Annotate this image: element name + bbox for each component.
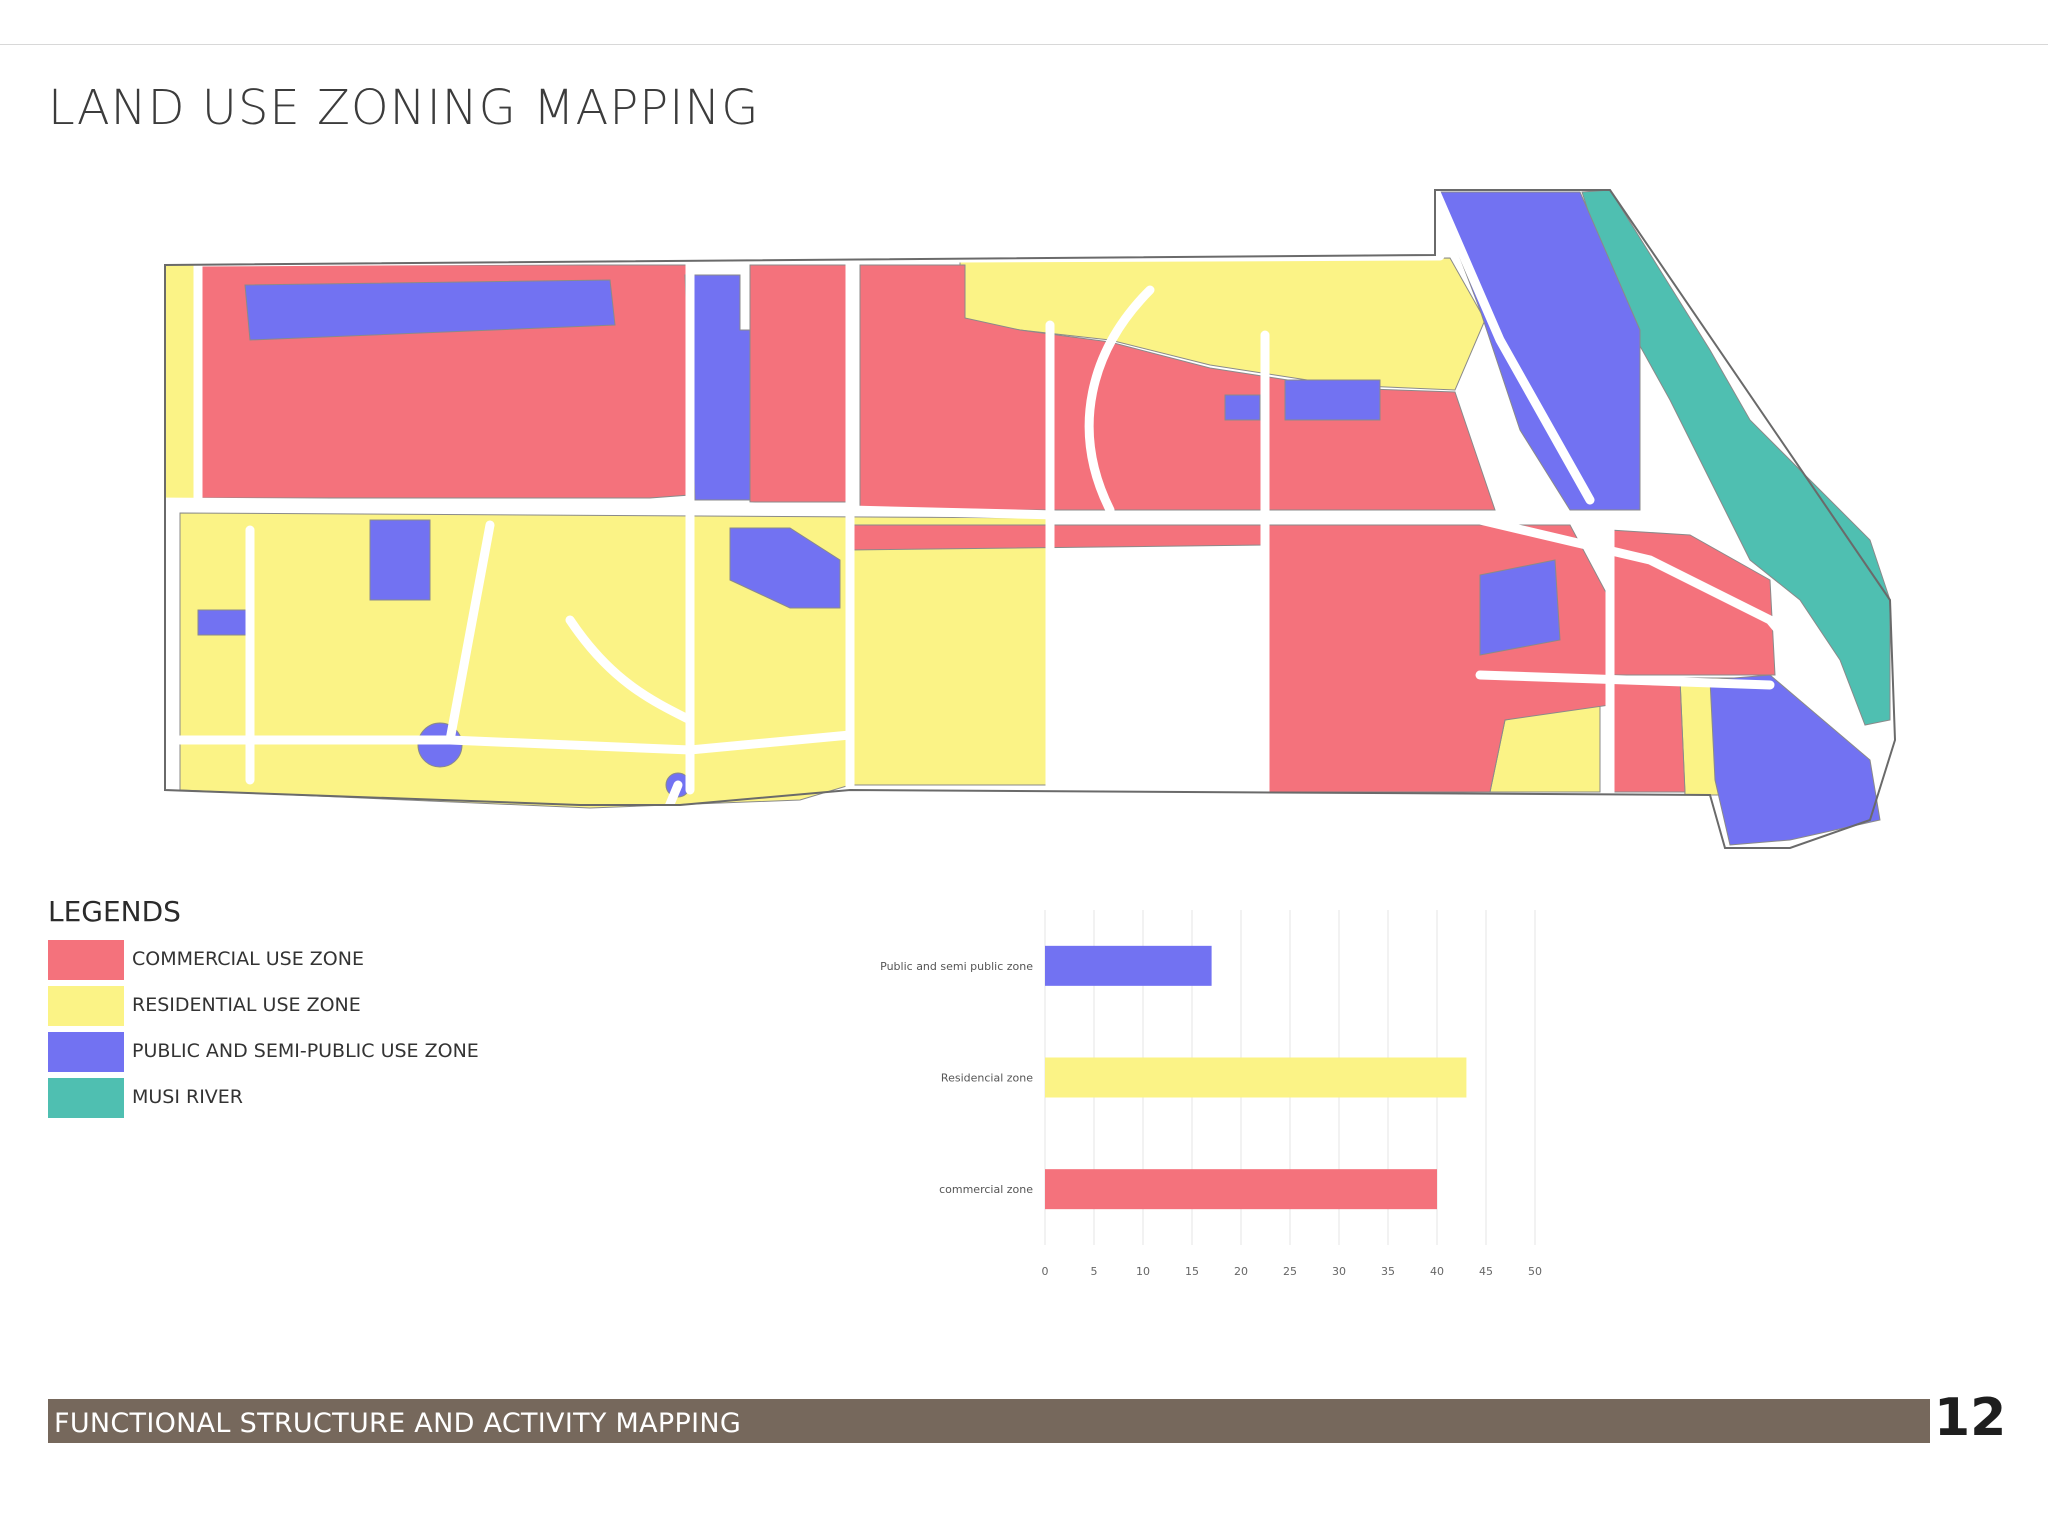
top-divider xyxy=(0,44,2048,45)
legend-swatch-residential xyxy=(48,986,124,1026)
x-tick-label: 5 xyxy=(1091,1265,1098,1278)
footer-band: FUNCTIONAL STRUCTURE AND ACTIVITY MAPPIN… xyxy=(48,1399,1930,1443)
bar xyxy=(1045,1169,1437,1210)
legend-item-commercial: COMMERCIAL USE ZONE xyxy=(48,940,508,980)
x-tick-label: 20 xyxy=(1234,1265,1248,1278)
footer-title: FUNCTIONAL STRUCTURE AND ACTIVITY MAPPIN… xyxy=(54,1408,742,1439)
commercial-zone-east-2 xyxy=(1609,679,1686,793)
legend-label-residential: RESIDENTIAL USE ZONE xyxy=(132,994,361,1016)
legend-item-public: PUBLIC AND SEMI-PUBLIC USE ZONE xyxy=(48,1032,508,1072)
public-zone-7 xyxy=(1479,559,1561,656)
category-label: Residencial zone xyxy=(941,1072,1033,1085)
x-tick-label: 30 xyxy=(1332,1265,1346,1278)
bar xyxy=(1045,1057,1467,1098)
page-number: 12 xyxy=(1934,1388,2007,1448)
x-tick-label: 10 xyxy=(1136,1265,1150,1278)
bar-chart-svg: 0 5 10 15 20 25 30 35 40 45 50 Public and semi publ… xyxy=(880,910,1542,1278)
legend-swatch-public xyxy=(48,1032,124,1072)
legend-item-river: MUSI RIVER xyxy=(48,1078,508,1118)
category-label: Public and semi public zone xyxy=(880,960,1033,973)
zone-share-bar-chart: 0 5 10 15 20 25 30 35 40 45 50 Public and semi publ… xyxy=(860,900,1580,1290)
commercial-zone-north-mid xyxy=(749,264,851,503)
x-tick-label: 15 xyxy=(1185,1265,1199,1278)
legend-item-residential: RESIDENTIAL USE ZONE xyxy=(48,986,508,1026)
x-tick-label: 35 xyxy=(1381,1265,1395,1278)
public-zone-4 xyxy=(1709,674,1881,846)
land-use-map xyxy=(150,180,1900,880)
x-tick-label: 0 xyxy=(1042,1265,1049,1278)
residential-zone-south xyxy=(179,512,1051,809)
x-tick-label: 40 xyxy=(1430,1265,1444,1278)
public-zone-9 xyxy=(197,609,251,636)
public-zone-5 xyxy=(369,519,431,601)
public-zone-2 xyxy=(684,274,751,501)
legend-swatch-river xyxy=(48,1078,124,1118)
legend-label-river: MUSI RIVER xyxy=(132,1086,244,1108)
public-zone-8 xyxy=(1284,379,1381,421)
residential-zone-west-strip xyxy=(164,264,199,501)
zoning-map-svg xyxy=(150,180,1897,849)
legend-title: LEGENDS xyxy=(48,895,181,928)
x-tick-label: 25 xyxy=(1283,1265,1297,1278)
legend-label-public: PUBLIC AND SEMI-PUBLIC USE ZONE xyxy=(132,1040,479,1062)
category-label: commercial zone xyxy=(939,1183,1033,1196)
commercial-strip-south xyxy=(849,524,1266,551)
public-zone-10 xyxy=(1224,394,1261,421)
legend-swatch-commercial xyxy=(48,940,124,980)
legend-label-commercial: COMMERCIAL USE ZONE xyxy=(132,948,364,970)
x-tick-label: 50 xyxy=(1528,1265,1542,1278)
x-tick-label: 45 xyxy=(1479,1265,1493,1278)
page-title: LAND USE ZONING MAPPING xyxy=(48,80,760,136)
bar xyxy=(1045,945,1212,986)
